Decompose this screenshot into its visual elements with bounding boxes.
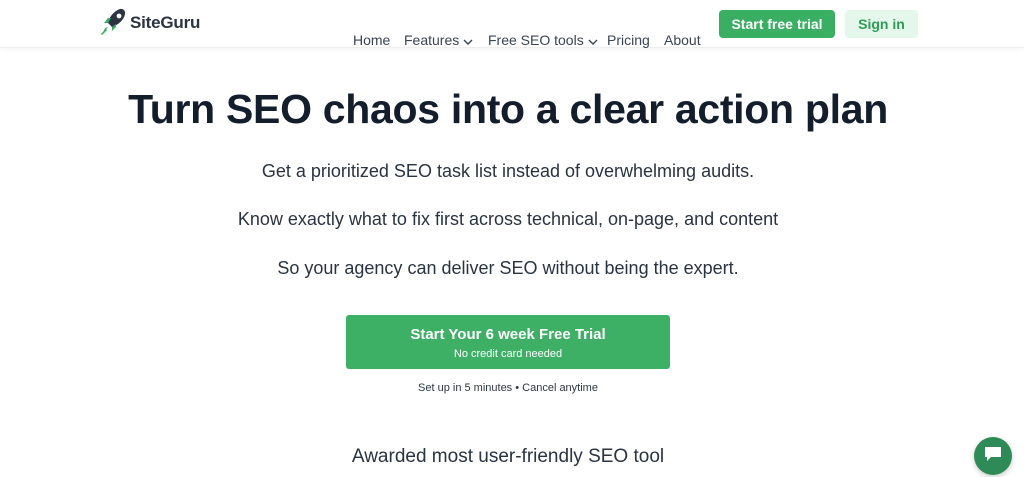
rocket-icon [100,6,128,41]
hero-subtitle-3: So your agency can deliver SEO without b… [277,258,739,278]
nav-pricing[interactable]: Pricing [607,16,650,64]
nav-features[interactable]: Features [404,16,473,64]
chat-bubble-icon [983,445,1003,468]
chevron-down-icon [463,32,473,48]
hero-subtitle-2: Know exactly what to fix first across te… [237,209,779,229]
brand-name: SiteGuru [130,13,201,32]
nav-free-seo-tools-label: Free SEO tools [488,32,584,48]
nav-features-label: Features [404,32,460,48]
nav-about[interactable]: About [664,16,701,64]
start-free-trial-button[interactable]: Start free trial [719,10,835,38]
setup-note: Set up in 5 minutes • Cancel anytime [418,382,598,394]
siteguru-logo[interactable]: SiteGuru [100,6,200,40]
hero-subtitle-1: Get a prioritized SEO task list instead … [261,161,755,181]
nav-home[interactable]: Home [353,16,390,64]
nav-free-seo-tools[interactable]: Free SEO tools [488,16,598,64]
top-navigation-bar: SiteGuru Home Features Free SEO tools Pr… [0,0,1024,48]
page-title: Turn SEO chaos into a clear action plan [128,86,888,132]
cta-label: Start Your 6 week Free Trial [410,326,606,343]
cta-sublabel: No credit card needed [453,348,563,360]
chat-widget-button[interactable] [974,437,1012,475]
chevron-down-icon [588,32,598,48]
awarded-heading: Awarded most user-friendly SEO tool [351,446,665,467]
start-trial-cta-button[interactable]: Start Your 6 week Free Trial No credit c… [346,315,670,369]
sign-in-button[interactable]: Sign in [845,10,918,38]
